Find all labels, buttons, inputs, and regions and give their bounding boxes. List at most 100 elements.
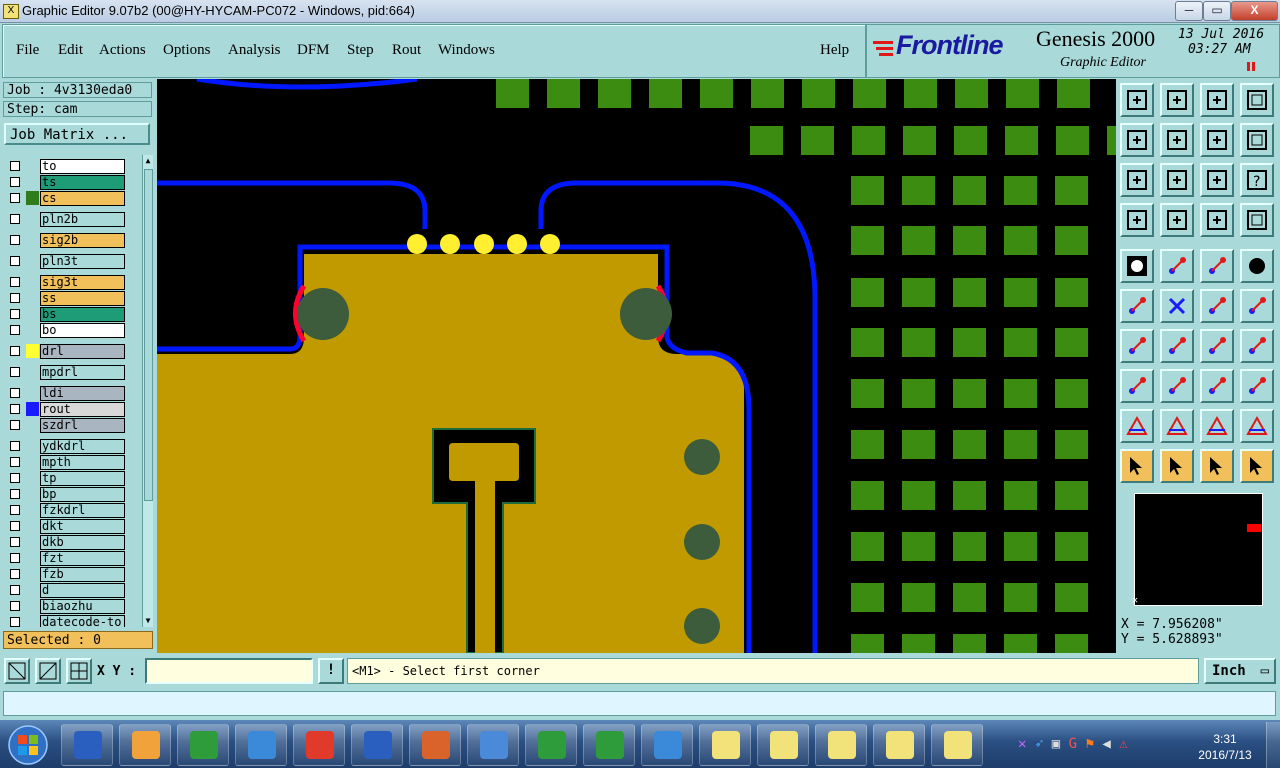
- pause-icon[interactable]: [1246, 62, 1256, 71]
- taskbar-item[interactable]: [641, 724, 693, 766]
- layer-checkbox[interactable]: [10, 404, 20, 414]
- layer-checkbox[interactable]: [10, 161, 20, 171]
- taskbar-item[interactable]: [525, 724, 577, 766]
- layer-name[interactable]: ss: [40, 291, 125, 306]
- layer-color-swatch[interactable]: [26, 455, 39, 469]
- layer-color-swatch[interactable]: [26, 344, 39, 358]
- minus-button[interactable]: [1160, 369, 1194, 403]
- layer-checkbox[interactable]: [10, 177, 20, 187]
- layer-name[interactable]: bp: [40, 487, 125, 502]
- layer-row-szdrl[interactable]: szdrl: [4, 418, 128, 433]
- polygon-button[interactable]: [1160, 249, 1194, 283]
- pan-left-button[interactable]: [1120, 123, 1154, 157]
- layer-checkbox[interactable]: [10, 457, 20, 467]
- taskbar-item[interactable]: [351, 724, 403, 766]
- overview-panel[interactable]: ✕: [1126, 489, 1266, 607]
- taskbar-item[interactable]: [757, 724, 809, 766]
- menu-dfm[interactable]: DFM: [297, 42, 330, 59]
- layer-color-swatch[interactable]: [26, 599, 39, 613]
- tray-volume-icon[interactable]: ◀: [1102, 736, 1110, 752]
- snap-angle-button[interactable]: [35, 658, 61, 684]
- layer-row-bo[interactable]: bo: [4, 323, 128, 338]
- layer-color-swatch[interactable]: [26, 439, 39, 453]
- layer-row-fzt[interactable]: fzt: [4, 551, 128, 566]
- grid-snap-button[interactable]: [66, 658, 92, 684]
- layer-scrollbar[interactable]: ▲ ▼: [142, 155, 153, 627]
- layer-color-swatch[interactable]: [26, 233, 39, 247]
- layer-checkbox[interactable]: [10, 256, 20, 266]
- layer-checkbox[interactable]: [10, 346, 20, 356]
- layer-row-pln3t[interactable]: pln3t: [4, 254, 128, 269]
- start-button-icon[interactable]: [2, 724, 54, 766]
- layer-color-swatch[interactable]: [26, 418, 39, 432]
- taskbar-item[interactable]: [467, 724, 519, 766]
- layer-name[interactable]: mpdrl: [40, 365, 125, 380]
- menu-rout[interactable]: Rout: [392, 42, 421, 59]
- scroll-thumb[interactable]: [144, 169, 153, 501]
- layer-checkbox[interactable]: [10, 601, 20, 611]
- layer-name[interactable]: to: [40, 159, 125, 174]
- tray-x-icon[interactable]: ✕: [1018, 736, 1026, 752]
- layer-color-swatch[interactable]: [26, 323, 39, 337]
- zoom-one-to-one-button[interactable]: [1200, 163, 1234, 197]
- pan-right-button[interactable]: [1160, 123, 1194, 157]
- taskbar-item[interactable]: [177, 724, 229, 766]
- layer-name[interactable]: fzkdrl: [40, 503, 125, 518]
- layer-checkbox[interactable]: [10, 569, 20, 579]
- layer-checkbox[interactable]: [10, 277, 20, 287]
- scroll-down-icon[interactable]: ▼: [143, 615, 153, 627]
- layer-row-bp[interactable]: bp: [4, 487, 128, 502]
- pointer-path-button[interactable]: [1240, 449, 1274, 483]
- taskbar-item[interactable]: [409, 724, 461, 766]
- pcb-drawing[interactable]: [157, 79, 1116, 653]
- layer-name[interactable]: ts: [40, 175, 125, 190]
- help-button[interactable]: ?: [1240, 163, 1274, 197]
- grid-button[interactable]: [1160, 203, 1194, 237]
- layer-row-ss[interactable]: ss: [4, 291, 128, 306]
- layer-checkbox[interactable]: [10, 537, 20, 547]
- menu-actions[interactable]: Actions: [99, 42, 146, 59]
- layer-row-d[interactable]: d: [4, 583, 128, 598]
- layer-name[interactable]: tp: [40, 471, 125, 486]
- layer-name[interactable]: sig3t: [40, 275, 125, 290]
- layer-row-drl[interactable]: drl: [4, 344, 128, 359]
- layer-checkbox[interactable]: [10, 489, 20, 499]
- layer-row-cs[interactable]: cs: [4, 191, 128, 206]
- taskbar-item[interactable]: [119, 724, 171, 766]
- menu-help[interactable]: Help: [820, 42, 849, 59]
- layer-checkbox[interactable]: [10, 388, 20, 398]
- taskbar-item[interactable]: [699, 724, 751, 766]
- tray-flag-icon[interactable]: ⚑: [1086, 736, 1094, 752]
- layer-checkbox[interactable]: [10, 235, 20, 245]
- menu-windows[interactable]: Windows: [438, 42, 495, 59]
- layer-color-swatch[interactable]: [26, 615, 39, 627]
- taskbar-item[interactable]: [61, 724, 113, 766]
- pad-button[interactable]: [1120, 249, 1154, 283]
- triangle-button[interactable]: [1120, 409, 1154, 443]
- net-button[interactable]: [1200, 203, 1234, 237]
- taskbar-clock[interactable]: 3:31 2016/7/13: [1192, 731, 1258, 763]
- layer-name[interactable]: szdrl: [40, 418, 125, 433]
- layer-row-pln2b[interactable]: pln2b: [4, 212, 128, 227]
- layer-row-datecode-to[interactable]: datecode-to: [4, 615, 128, 627]
- layer-color-swatch[interactable]: [26, 254, 39, 268]
- layer-row-mpdrl[interactable]: mpdrl: [4, 365, 128, 380]
- menu-edit[interactable]: Edit: [58, 42, 83, 59]
- taskbar-item[interactable]: [235, 724, 287, 766]
- layer-row-ts[interactable]: ts: [4, 175, 128, 190]
- layer-color-swatch[interactable]: [26, 535, 39, 549]
- layer-row-bs[interactable]: bs: [4, 307, 128, 322]
- layer-name[interactable]: fzt: [40, 551, 125, 566]
- arc-connect-button[interactable]: [1200, 289, 1234, 323]
- zoom-center-button[interactable]: [1160, 163, 1194, 197]
- xy-coordinate-input[interactable]: [145, 658, 313, 684]
- layer-name[interactable]: dkb: [40, 535, 125, 550]
- menu-file[interactable]: File: [16, 42, 39, 59]
- layer-color-swatch[interactable]: [26, 275, 39, 289]
- layer-checkbox[interactable]: [10, 309, 20, 319]
- layer-color-swatch[interactable]: [26, 503, 39, 517]
- menu-options[interactable]: Options: [163, 42, 211, 59]
- layer-checkbox[interactable]: [10, 585, 20, 595]
- layer-row-fzb[interactable]: fzb: [4, 567, 128, 582]
- layer-row-ldi[interactable]: ldi: [4, 386, 128, 401]
